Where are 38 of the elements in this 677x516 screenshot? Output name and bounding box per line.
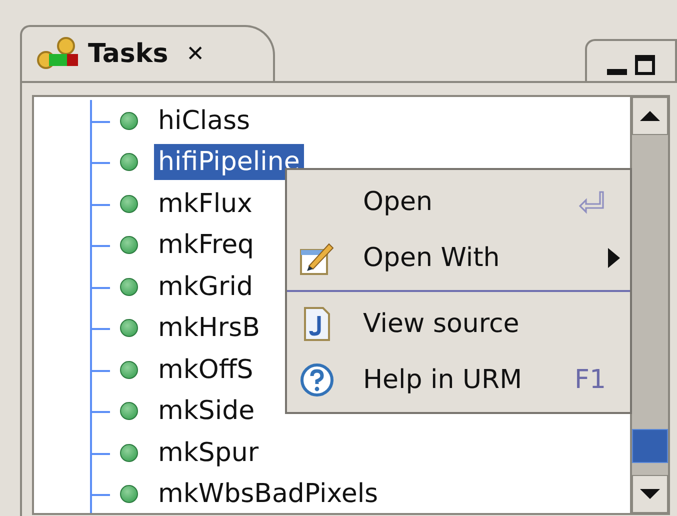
tree-item[interactable]: hiClass: [154, 102, 254, 139]
help-icon: [299, 362, 335, 398]
tree-item[interactable]: mkGrid: [154, 268, 257, 305]
status-dot-icon: [120, 194, 138, 213]
tree-item[interactable]: mkWbsBadPixels: [154, 476, 382, 512]
enter-key-icon: [578, 190, 604, 214]
scroll-down-button[interactable]: [632, 475, 668, 513]
tree-item[interactable]: mkFreq: [154, 227, 258, 264]
shortcut-label: F1: [574, 364, 606, 396]
tree-item[interactable]: mkSpur: [154, 434, 263, 471]
tree-item[interactable]: mkFlux: [154, 186, 256, 222]
tree-item[interactable]: hifiPipeline: [154, 144, 304, 180]
down-arrow-icon: [640, 489, 660, 499]
tree-item[interactable]: mkHrsB: [154, 310, 264, 346]
scroll-thumb[interactable]: [632, 429, 668, 463]
maximize-icon[interactable]: [635, 55, 655, 75]
status-dot-icon: [120, 236, 138, 254]
close-button[interactable]: ✕: [186, 38, 205, 70]
submenu-arrow-icon: [608, 248, 620, 268]
status-dot-icon: [120, 319, 138, 338]
status-dot-icon: [120, 112, 138, 130]
menu-item[interactable]: View source: [287, 296, 630, 352]
menu-item[interactable]: Open With: [287, 230, 630, 286]
menu-item[interactable]: Help in URM F1: [287, 352, 630, 408]
tab-title: Tasks: [88, 38, 168, 70]
gears-icon: [36, 36, 80, 72]
status-dot-icon: [120, 278, 138, 296]
status-dot-icon: [120, 402, 138, 420]
tree-item[interactable]: mkOffS: [154, 352, 258, 388]
status-dot-icon: [120, 444, 138, 462]
status-dot-icon: [120, 485, 138, 504]
status-dot-icon: [120, 153, 138, 172]
tree-item[interactable]: mkSide: [154, 393, 259, 430]
scroll-up-button[interactable]: [632, 97, 668, 135]
status-dot-icon: [120, 360, 138, 379]
up-arrow-icon: [640, 111, 660, 121]
scrollbar[interactable]: [630, 95, 670, 515]
tasks-tab[interactable]: Tasks ✕: [20, 25, 275, 81]
